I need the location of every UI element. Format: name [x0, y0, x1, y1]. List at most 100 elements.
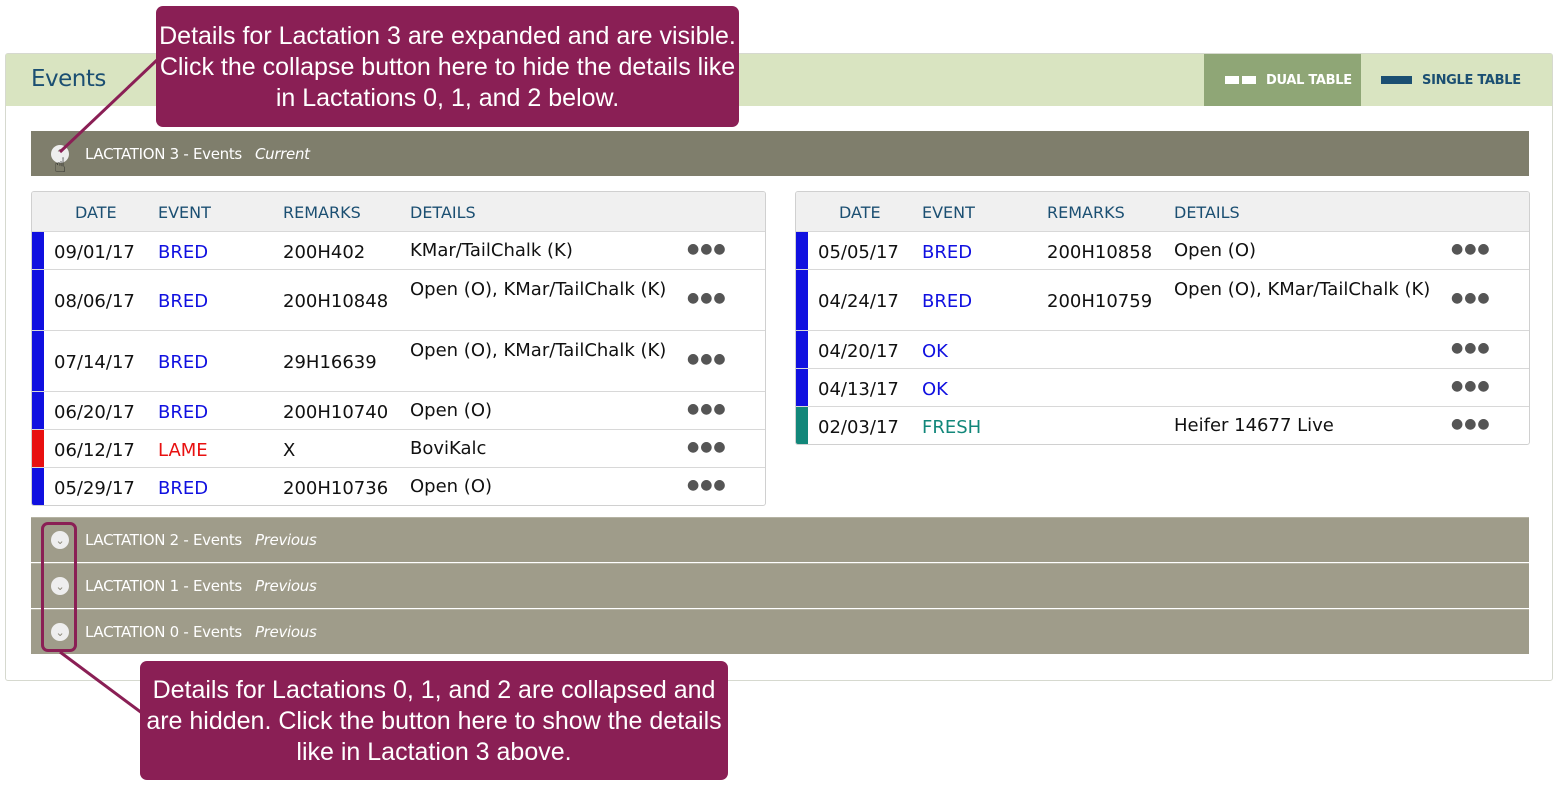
event-color-bar	[32, 430, 44, 467]
lactation-name: LACTATION 1 - Events	[85, 577, 242, 595]
more-options-icon[interactable]: ●●●	[687, 401, 727, 417]
date-cell: 06/20/17	[54, 402, 135, 423]
remarks-cell: 200H10740	[283, 402, 389, 423]
date-cell: 05/05/17	[818, 242, 899, 263]
table-row[interactable]: 04/20/17 OK ●●●	[796, 330, 1529, 368]
date-cell: 05/29/17	[54, 478, 135, 499]
details-column-header[interactable]: DETAILS	[1174, 203, 1240, 222]
more-options-icon[interactable]: ●●●	[1451, 378, 1491, 394]
lactation-name: LACTATION 3 - Events	[85, 144, 242, 163]
event-color-bar	[796, 407, 808, 444]
events-panel: Events DUAL TABLE SINGLE TABLE ⌃ LACTATI…	[5, 53, 1553, 681]
table-row[interactable]: 07/14/17 BRED 29H16639 Open (O), KMar/TailC…	[32, 330, 765, 391]
more-options-icon[interactable]: ●●●	[687, 290, 727, 306]
date-cell: 09/01/17	[54, 242, 135, 263]
lactation-name: LACTATION 2 - Events	[85, 531, 242, 549]
table-header: DATE EVENT REMARKS DETAILS	[32, 192, 765, 231]
table-row[interactable]: 06/20/17 BRED 200H10740 Open (O) ●●●	[32, 391, 765, 429]
event-cell: BRED	[922, 291, 973, 312]
table-row[interactable]: 05/05/17 BRED 200H10858 Open (O) ●●●	[796, 231, 1529, 269]
more-options-icon[interactable]: ●●●	[687, 477, 727, 493]
event-cell: OK	[922, 379, 948, 400]
details-cell: Open (O), KMar/TailChalk (K)	[410, 340, 667, 361]
remarks-cell: 200H402	[283, 242, 366, 263]
lactation-status: Current	[254, 144, 310, 163]
more-options-icon[interactable]: ●●●	[1451, 340, 1491, 356]
event-cell: BRED	[158, 352, 209, 373]
lactation-1-header[interactable]: ⌄ LACTATION 1 - Events Previous	[31, 563, 1529, 608]
toggle-highlight-box	[41, 522, 77, 652]
lactation-status: Previous	[254, 577, 317, 595]
date-cell: 04/20/17	[818, 341, 899, 362]
table-row[interactable]: 09/01/17 BRED 200H402 KMar/TailChalk (K) ●●●	[32, 231, 765, 269]
lactation-0-header[interactable]: ⌄ LACTATION 0 - Events Previous	[31, 609, 1529, 654]
lactation-name: LACTATION 0 - Events	[85, 623, 242, 641]
details-cell: Open (O), KMar/TailChalk (K)	[1174, 279, 1431, 300]
remarks-cell: X	[283, 440, 296, 461]
dual-table-button[interactable]: DUAL TABLE	[1204, 54, 1361, 106]
event-column-header[interactable]: EVENT	[922, 203, 975, 222]
table-row[interactable]: 08/06/17 BRED 200H10848 Open (O), KMar/Tail…	[32, 269, 765, 330]
more-options-icon[interactable]: ●●●	[687, 439, 727, 455]
remarks-cell: 200H10736	[283, 478, 389, 499]
details-cell: Open (O)	[410, 476, 493, 497]
more-options-icon[interactable]: ●●●	[1451, 241, 1491, 257]
event-column-header[interactable]: EVENT	[158, 203, 211, 222]
event-color-bar	[796, 369, 808, 406]
details-cell: Heifer 14677 Live	[1174, 415, 1334, 436]
event-cell: BRED	[922, 242, 973, 263]
more-options-icon[interactable]: ●●●	[1451, 290, 1491, 306]
date-cell: 08/06/17	[54, 291, 135, 312]
remarks-cell: 200H10848	[283, 291, 389, 312]
details-cell: BoviKalc	[410, 438, 487, 459]
event-cell: OK	[922, 341, 948, 362]
event-cell: BRED	[158, 478, 209, 499]
event-color-bar	[32, 468, 44, 505]
table-row[interactable]: 05/29/17 BRED 200H10736 Open (O) ●●●	[32, 467, 765, 505]
panel-title: Events	[31, 66, 106, 92]
more-options-icon[interactable]: ●●●	[1451, 416, 1491, 432]
details-cell: Open (O), KMar/TailChalk (K)	[410, 279, 667, 300]
single-table-button[interactable]: SINGLE TABLE	[1361, 54, 1551, 106]
date-cell: 04/13/17	[818, 379, 899, 400]
lactation-status: Previous	[254, 531, 317, 549]
single-table-label: SINGLE TABLE	[1422, 72, 1521, 88]
table-header: DATE EVENT REMARKS DETAILS	[796, 192, 1529, 231]
more-options-icon[interactable]: ●●●	[687, 241, 727, 257]
collapsed-callout: Details for Lactations 0, 1, and 2 are c…	[140, 661, 728, 780]
hand-cursor-icon: ☝	[54, 153, 67, 177]
lactation-3-header[interactable]: ⌃ LACTATION 3 - Events Current	[31, 131, 1529, 176]
more-options-icon[interactable]: ●●●	[687, 351, 727, 367]
date-cell: 02/03/17	[818, 417, 899, 438]
table-row[interactable]: 04/13/17 OK ●●●	[796, 368, 1529, 406]
event-color-bar	[796, 270, 808, 330]
remarks-column-header[interactable]: REMARKS	[1047, 203, 1125, 222]
expanded-callout: Details for Lactation 3 are expanded and…	[156, 6, 739, 127]
event-cell: BRED	[158, 242, 209, 263]
table-row[interactable]: 02/03/17 FRESH Heifer 14677 Live ●●●	[796, 406, 1529, 444]
table-row[interactable]: 06/12/17 LAME X BoviKalc ●●●	[32, 429, 765, 467]
event-color-bar	[796, 331, 808, 368]
remarks-cell: 29H16639	[283, 352, 377, 373]
event-cell: BRED	[158, 291, 209, 312]
event-cell: BRED	[158, 402, 209, 423]
event-color-bar	[32, 270, 44, 330]
dual-table-label: DUAL TABLE	[1266, 72, 1352, 88]
remarks-cell: 200H10858	[1047, 242, 1153, 263]
remarks-column-header[interactable]: REMARKS	[283, 203, 361, 222]
remarks-cell: 200H10759	[1047, 291, 1153, 312]
details-cell: Open (O)	[410, 400, 493, 421]
date-column-header[interactable]: DATE	[75, 203, 117, 222]
date-cell: 04/24/17	[818, 291, 899, 312]
details-cell: Open (O)	[1174, 240, 1257, 261]
event-cell: FRESH	[922, 417, 982, 438]
events-table-left: DATE EVENT REMARKS DETAILS 09/01/17 BRED 2…	[31, 191, 766, 506]
table-row[interactable]: 04/24/17 BRED 200H10759 Open (O), KMar/Tail…	[796, 269, 1529, 330]
date-column-header[interactable]: DATE	[839, 203, 881, 222]
event-color-bar	[796, 232, 808, 269]
details-column-header[interactable]: DETAILS	[410, 203, 476, 222]
dual-table-icon	[1225, 76, 1256, 84]
lactation-2-header[interactable]: ⌄ LACTATION 2 - Events Previous	[31, 517, 1529, 562]
event-color-bar	[32, 232, 44, 269]
date-cell: 06/12/17	[54, 440, 135, 461]
